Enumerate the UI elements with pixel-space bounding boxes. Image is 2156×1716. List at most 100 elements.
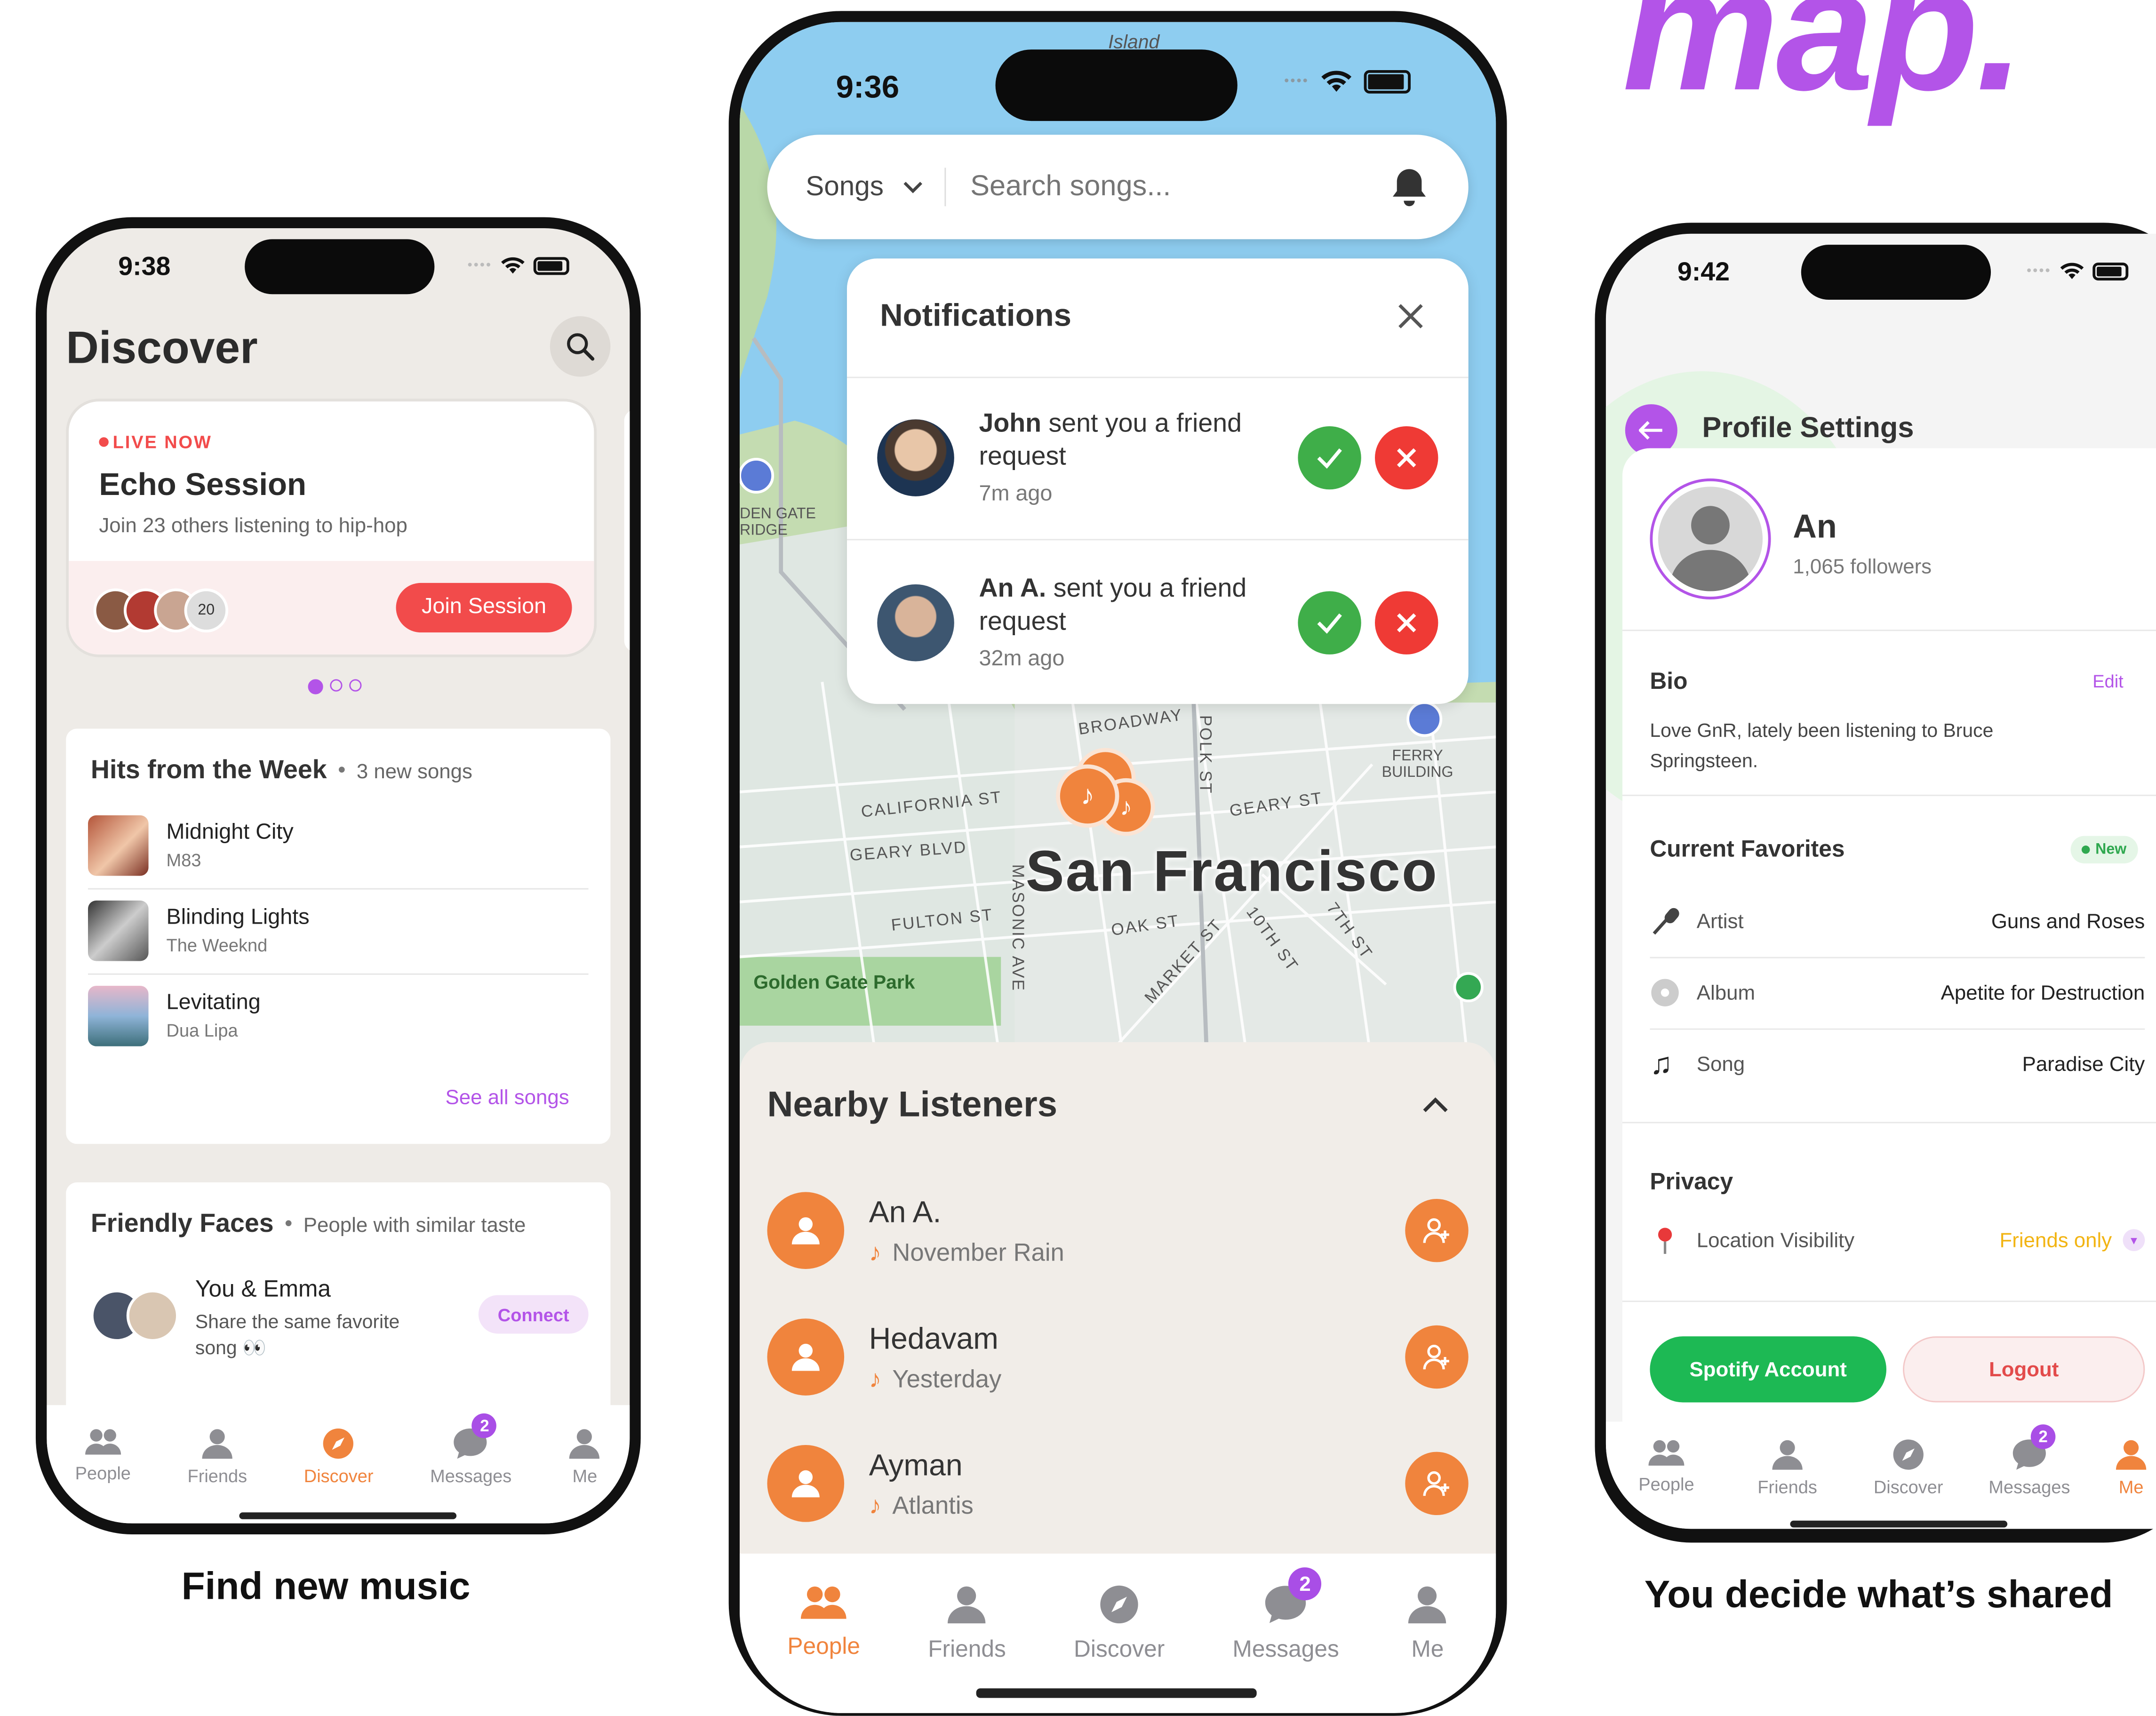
avatar-placeholder-icon [1669, 506, 1752, 591]
add-friend-button[interactable] [1405, 1325, 1469, 1389]
search-button[interactable] [550, 316, 611, 377]
tab-label: Discover [1873, 1477, 1943, 1498]
status-time: 9:36 [836, 69, 900, 105]
song-row[interactable]: Levitating Dua Lipa [88, 974, 589, 1059]
listener-avatars: 20 [93, 588, 229, 633]
tab-discover[interactable]: Discover [304, 1427, 374, 1486]
listener-name: An A. [869, 1194, 942, 1229]
spotify-account-button[interactable]: Spotify Account [1650, 1336, 1886, 1403]
add-friend-button[interactable] [1405, 1452, 1469, 1516]
accept-button[interactable] [1298, 591, 1361, 654]
decline-button[interactable] [1375, 426, 1438, 490]
carousel-dot-active[interactable] [308, 679, 323, 694]
favorite-label: Song [1696, 1052, 1745, 1076]
notifications-panel: Notifications John sent you a friend req… [846, 258, 1469, 704]
hits-card: Hits from the Week • 3 new songs Midnigh… [66, 728, 611, 1144]
close-icon [1397, 613, 1416, 632]
person-icon [202, 1429, 232, 1459]
live-session-card[interactable]: LIVE NOW Echo Session Join 23 others lis… [66, 399, 597, 657]
signal-icon: •••• [467, 257, 493, 273]
tab-friends[interactable]: Friends [187, 1427, 247, 1486]
visibility-value: Friends only [1999, 1228, 2112, 1252]
people-icon [801, 1586, 847, 1619]
favorite-album-row[interactable]: Album Apetite for Destruction [1650, 957, 2145, 1030]
tab-discover[interactable]: Discover [1074, 1584, 1165, 1663]
tab-people[interactable]: People [75, 1427, 131, 1484]
caption-decide-shared: You decide what’s shared [1644, 1572, 2113, 1616]
faces-header: Friendly Faces • People with similar tas… [91, 1210, 526, 1240]
favorite-artist-row[interactable]: Artist Guns and Roses [1650, 886, 2145, 958]
tab-people[interactable]: People [1606, 1438, 1727, 1494]
carousel-dot[interactable] [349, 679, 362, 692]
filter-dropdown[interactable]: Songs [806, 171, 922, 203]
chevron-up-icon[interactable] [1421, 1097, 1449, 1114]
status-time: 9:42 [1677, 258, 1730, 287]
people-icon [1648, 1440, 1685, 1466]
arrow-left-icon [1639, 421, 1662, 440]
bell-icon[interactable] [1391, 167, 1427, 208]
close-icon [1397, 448, 1416, 468]
signal-icon: •••• [1284, 73, 1309, 89]
filter-label: Songs [806, 171, 884, 202]
privacy-title: Privacy [1650, 1168, 1733, 1195]
listener-song: Yesterday [892, 1365, 1002, 1392]
compass-icon [1100, 1585, 1138, 1624]
song-title: Blinding Lights [166, 906, 310, 930]
tab-bar: People Friends Discover 2 Messages Me [47, 1405, 630, 1524]
tab-label: Messages [1232, 1636, 1339, 1662]
tab-messages[interactable]: 2 Messages [1969, 1424, 2090, 1497]
map-label-masonic: MASONIC AVE [1008, 864, 1028, 992]
music-pin[interactable]: ♪ [1056, 764, 1119, 828]
tab-messages[interactable]: 2 Messages [1232, 1567, 1339, 1663]
live-badge: LIVE NOW [99, 432, 212, 452]
tab-people[interactable]: People [787, 1584, 860, 1661]
map-screen: Island DEN GATE RIDGE BROADWAY CALIFORNI… [740, 22, 1496, 1713]
tab-friends[interactable]: Friends [928, 1584, 1006, 1663]
people-icon [85, 1429, 121, 1455]
music-note-icon: ♪ [1119, 792, 1133, 820]
listener-row[interactable]: Hedavam ♪ Yesterday [767, 1309, 1469, 1405]
logout-button[interactable]: Logout [1903, 1336, 2145, 1403]
favorite-song-row[interactable]: ♫ Song Paradise City [1650, 1029, 2145, 1100]
tab-me[interactable]: Me [568, 1427, 601, 1486]
add-friend-button[interactable] [1405, 1198, 1469, 1262]
song-row[interactable]: Blinding Lights The Weeknd [88, 888, 589, 975]
tab-friends[interactable]: Friends [1727, 1438, 1848, 1497]
music-note-icon: ♪ [869, 1238, 882, 1266]
bio-edit-link[interactable]: Edit [2092, 671, 2123, 692]
carousel-dot[interactable] [330, 679, 343, 692]
visibility-select[interactable]: Friends only ▼ [1999, 1229, 2145, 1252]
live-session-footer: 20 Join Session [69, 561, 594, 654]
listener-row[interactable]: Ayman ♪ Atlantis [767, 1436, 1469, 1532]
album-cover [88, 986, 149, 1046]
tab-bar: People Friends Discover 2 Messages Me [1605, 1421, 2156, 1529]
song-row[interactable]: Midnight City M83 [88, 803, 589, 890]
status-icons: •••• [1284, 69, 1411, 94]
live-dot-icon [99, 437, 109, 447]
music-note-icon: ♫ [1650, 1046, 1673, 1081]
map-label-ferry: FERRY BUILDING [1381, 748, 1453, 781]
phone-profile: 9:42 •••• Profile Settings An 1,065 foll… [1595, 223, 2156, 1543]
see-all-songs-link[interactable]: See all songs [446, 1086, 569, 1109]
profile-avatar[interactable] [1650, 478, 1771, 599]
listener-row[interactable]: An A. ♪ November Rain [767, 1182, 1469, 1279]
map-label-golden-gate-park: Golden Gate Park [753, 970, 915, 993]
song-artist: Dua Lipa [166, 1020, 238, 1041]
favorite-value: Paradise City [2022, 1052, 2145, 1076]
search-input[interactable] [967, 169, 1344, 205]
connect-button[interactable]: Connect [478, 1295, 589, 1334]
location-visibility-row[interactable]: Location Visibility Friends only ▼ [1650, 1205, 2145, 1276]
join-session-button[interactable]: Join Session [396, 583, 572, 633]
tab-discover[interactable]: Discover [1848, 1438, 1969, 1497]
carousel-dots[interactable] [308, 679, 362, 694]
tab-me[interactable]: Me [2090, 1438, 2156, 1497]
tab-me[interactable]: Me [1407, 1584, 1448, 1663]
wifi-icon [2060, 263, 2084, 279]
hits-header: Hits from the Week • 3 new songs [91, 756, 472, 786]
person-icon [569, 1429, 600, 1459]
tab-messages[interactable]: 2 Messages [430, 1413, 511, 1486]
close-icon[interactable] [1397, 303, 1424, 330]
accept-button[interactable] [1298, 426, 1361, 490]
decline-button[interactable] [1375, 591, 1438, 654]
divider [1622, 794, 2156, 796]
